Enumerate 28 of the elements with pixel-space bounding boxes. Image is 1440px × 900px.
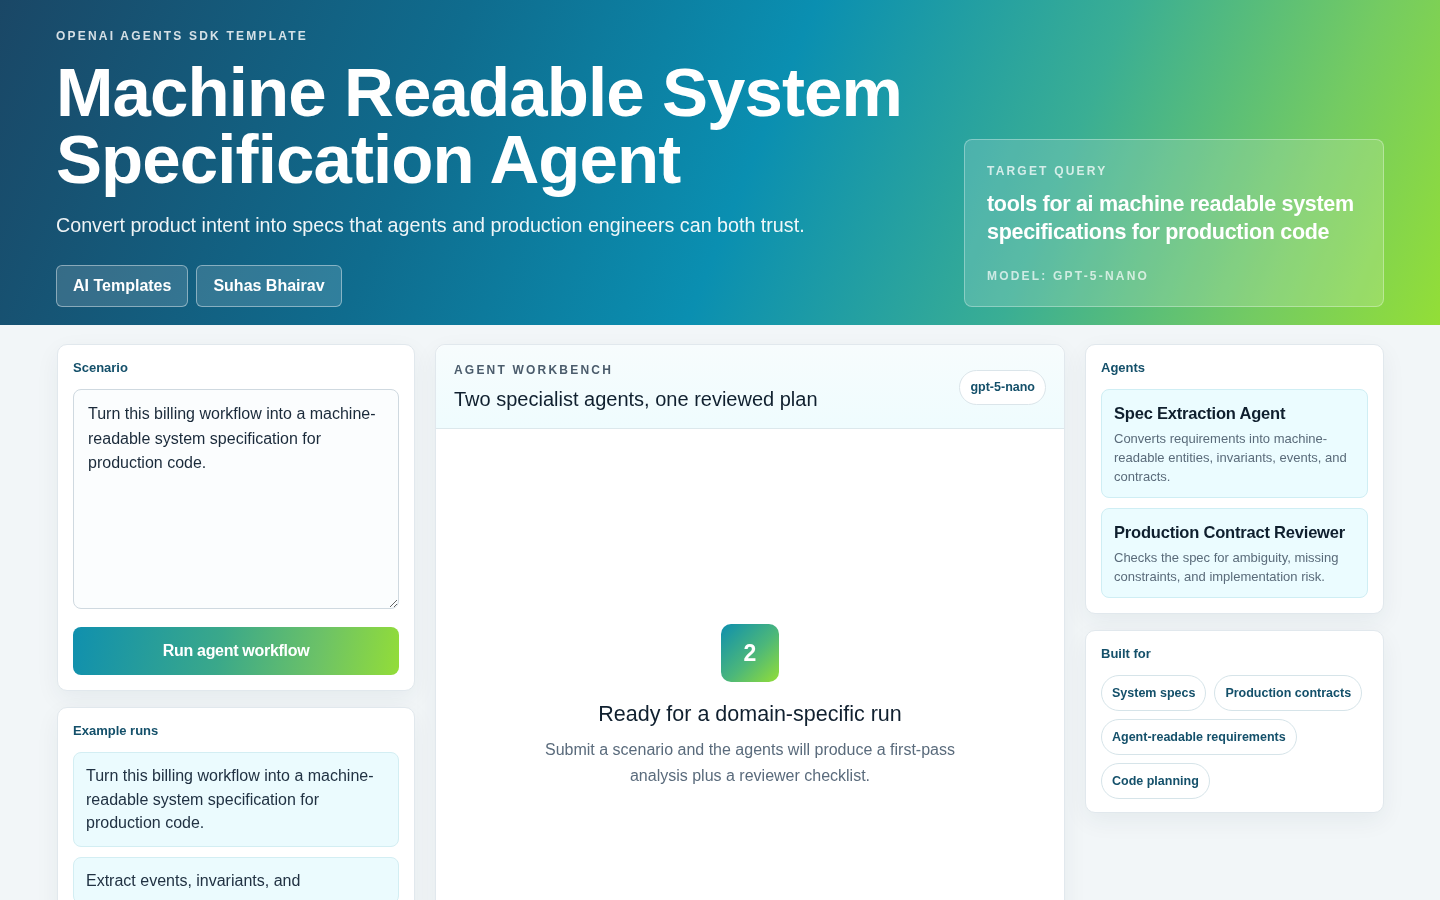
agent-name: Spec Extraction Agent bbox=[1114, 403, 1287, 424]
section-label: Built for bbox=[1101, 646, 1152, 662]
tag-chip: Agent-readable requirements bbox=[1101, 719, 1297, 755]
agent-description: Converts requirements into machine-readable entities, invariants, events, and contracts. bbox=[1114, 430, 1348, 486]
agent-name: Production Contract Reviewer bbox=[1114, 522, 1346, 543]
link-button[interactable]: Suhas Bhairav bbox=[196, 265, 342, 307]
model-label: MODEL: GPT-5-NANO bbox=[987, 269, 1151, 283]
tag-chip: System specs bbox=[1101, 675, 1207, 711]
step-badge: 2 bbox=[721, 624, 779, 682]
section-label: TARGET QUERY bbox=[987, 164, 1109, 178]
query-text: tools for ai machine readable system specifications for production code bbox=[987, 191, 1355, 246]
tag-chip: Production contracts bbox=[1214, 675, 1363, 711]
tag-chip: Code planning bbox=[1101, 763, 1210, 799]
example-run-item[interactable]: Turn this billing workflow into a machine-readable system specification for production code. bbox=[73, 752, 399, 847]
scenario-textarea[interactable]: Turn this billing workflow into a machine-readable system specification for production code. bbox=[73, 389, 399, 609]
workbench-title: Two specialist agents, one reviewed plan bbox=[454, 387, 818, 412]
link-button[interactable]: AI Templates bbox=[56, 265, 189, 307]
section-label: Scenario bbox=[73, 360, 129, 376]
empty-state-description: Submit a scenario and the agents will produce a first-pass analysis plus a reviewer checklist. bbox=[544, 740, 956, 786]
model-badge: gpt-5-nano bbox=[959, 370, 1046, 405]
section-label: Agents bbox=[1101, 360, 1147, 376]
page-subtitle: Convert product intent into specs that agents and production engineers can both trust. bbox=[56, 213, 806, 237]
example-run-item[interactable]: Extract events, invariants, and bbox=[73, 856, 399, 900]
eyebrow-label: AGENT WORKBENCH bbox=[454, 363, 614, 377]
eyebrow-label: OPENAI AGENTS SDK TEMPLATE bbox=[56, 29, 309, 43]
section-label: Example runs bbox=[73, 723, 160, 739]
empty-state-title: Ready for a domain-specific run bbox=[598, 701, 902, 728]
agent-description: Checks the spec for ambiguity, missing constraints, and implementation risk. bbox=[1114, 549, 1340, 586]
